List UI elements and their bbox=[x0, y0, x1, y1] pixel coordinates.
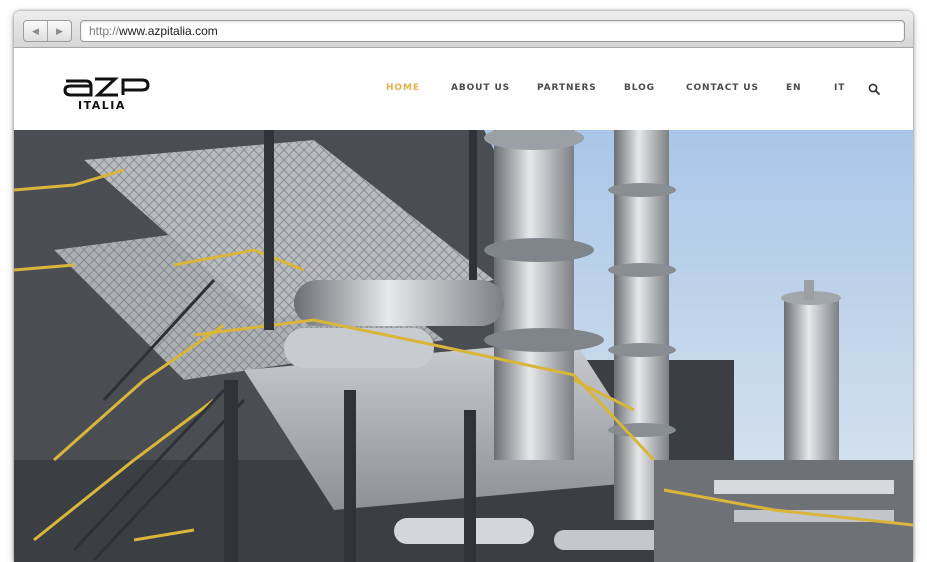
url-protocol: http:// bbox=[89, 24, 120, 38]
nav-partners[interactable]: PARTNERS bbox=[537, 83, 597, 93]
browser-toolbar: ◀ ▶ http://www.azpitalia.com bbox=[14, 11, 913, 48]
nav-home[interactable]: HOME bbox=[386, 83, 420, 93]
browser-window: ◀ ▶ http://www.azpitalia.com ITALIA HOME… bbox=[14, 11, 913, 562]
main-navigation: HOME ABOUT US PARTNERS BLOG CONTACT US E… bbox=[14, 83, 913, 97]
nav-language-en[interactable]: EN bbox=[786, 83, 801, 93]
history-buttons: ◀ ▶ bbox=[23, 20, 72, 42]
nav-blog[interactable]: BLOG bbox=[624, 83, 655, 93]
forward-arrow-icon[interactable]: ▶ bbox=[47, 21, 71, 41]
url-host: www.azpitalia.com bbox=[119, 24, 218, 38]
address-bar[interactable]: http://www.azpitalia.com bbox=[80, 20, 905, 42]
logo-subtext: ITALIA bbox=[78, 99, 126, 112]
hero-image bbox=[14, 130, 913, 562]
nav-language-it[interactable]: IT bbox=[834, 83, 845, 93]
nav-contact-us[interactable]: CONTACT US bbox=[686, 83, 759, 93]
back-arrow-icon[interactable]: ◀ bbox=[24, 21, 47, 41]
nav-about-us[interactable]: ABOUT US bbox=[451, 83, 510, 93]
search-icon[interactable] bbox=[868, 83, 880, 95]
site-header: ITALIA HOME ABOUT US PARTNERS BLOG CONTA… bbox=[14, 48, 913, 130]
